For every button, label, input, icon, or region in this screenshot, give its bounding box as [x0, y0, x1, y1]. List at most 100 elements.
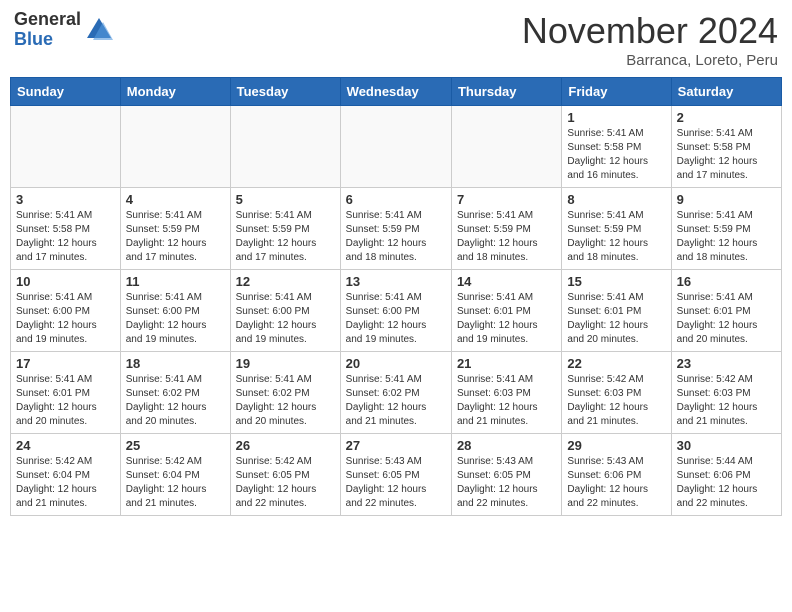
- week-row-2: 3 Sunrise: 5:41 AM Sunset: 5:58 PM Daylig…: [11, 188, 782, 270]
- day-number: 5: [236, 192, 335, 207]
- day-number: 16: [677, 274, 776, 289]
- day-cell: 23 Sunrise: 5:42 AM Sunset: 6:03 PM Dayli…: [671, 352, 781, 434]
- day-cell: 4 Sunrise: 5:41 AM Sunset: 5:59 PM Daylig…: [120, 188, 230, 270]
- col-header-monday: Monday: [120, 78, 230, 106]
- col-header-saturday: Saturday: [671, 78, 781, 106]
- day-info: Sunrise: 5:42 AM Sunset: 6:04 PM Dayligh…: [16, 455, 115, 511]
- logo-icon: [85, 16, 113, 44]
- calendar-table: SundayMondayTuesdayWednesdayThursdayFrid…: [10, 77, 782, 516]
- day-info: Sunrise: 5:41 AM Sunset: 5:59 PM Dayligh…: [457, 209, 556, 265]
- day-number: 2: [677, 110, 776, 125]
- day-info: Sunrise: 5:41 AM Sunset: 5:59 PM Dayligh…: [346, 209, 446, 265]
- logo: General Blue: [14, 10, 113, 50]
- day-number: 26: [236, 438, 335, 453]
- day-number: 27: [346, 438, 446, 453]
- day-info: Sunrise: 5:41 AM Sunset: 6:02 PM Dayligh…: [126, 373, 225, 429]
- day-info: Sunrise: 5:41 AM Sunset: 5:58 PM Dayligh…: [567, 127, 665, 183]
- day-cell: 5 Sunrise: 5:41 AM Sunset: 5:59 PM Daylig…: [230, 188, 340, 270]
- day-cell: 9 Sunrise: 5:41 AM Sunset: 5:59 PM Daylig…: [671, 188, 781, 270]
- col-header-wednesday: Wednesday: [340, 78, 451, 106]
- page-header: General Blue November 2024 Barranca, Lor…: [10, 10, 782, 69]
- day-info: Sunrise: 5:41 AM Sunset: 6:01 PM Dayligh…: [16, 373, 115, 429]
- day-cell: [11, 106, 121, 188]
- day-info: Sunrise: 5:42 AM Sunset: 6:03 PM Dayligh…: [677, 373, 776, 429]
- day-info: Sunrise: 5:41 AM Sunset: 6:00 PM Dayligh…: [346, 291, 446, 347]
- day-cell: 1Sunrise: 5:41 AM Sunset: 5:58 PM Daylig…: [562, 106, 671, 188]
- day-cell: 25Sunrise: 5:42 AM Sunset: 6:04 PM Dayli…: [120, 434, 230, 516]
- day-info: Sunrise: 5:42 AM Sunset: 6:03 PM Dayligh…: [567, 373, 665, 429]
- day-cell: 7Sunrise: 5:41 AM Sunset: 5:59 PM Daylig…: [451, 188, 561, 270]
- day-info: Sunrise: 5:44 AM Sunset: 6:06 PM Dayligh…: [677, 455, 776, 511]
- day-number: 4: [126, 192, 225, 207]
- day-number: 14: [457, 274, 556, 289]
- day-info: Sunrise: 5:41 AM Sunset: 5:59 PM Dayligh…: [677, 209, 776, 265]
- day-info: Sunrise: 5:41 AM Sunset: 6:01 PM Dayligh…: [677, 291, 776, 347]
- day-cell: 30 Sunrise: 5:44 AM Sunset: 6:06 PM Dayli…: [671, 434, 781, 516]
- day-info: Sunrise: 5:41 AM Sunset: 6:01 PM Dayligh…: [567, 291, 665, 347]
- day-number: 17: [16, 356, 115, 371]
- day-info: Sunrise: 5:41 AM Sunset: 5:58 PM Dayligh…: [16, 209, 115, 265]
- day-cell: 22 Sunrise: 5:42 AM Sunset: 6:03 PM Dayli…: [562, 352, 671, 434]
- day-number: 23: [677, 356, 776, 371]
- day-cell: 11Sunrise: 5:41 AM Sunset: 6:00 PM Dayli…: [120, 270, 230, 352]
- day-number: 15: [567, 274, 665, 289]
- day-info: Sunrise: 5:41 AM Sunset: 6:01 PM Dayligh…: [457, 291, 556, 347]
- day-info: Sunrise: 5:43 AM Sunset: 6:06 PM Dayligh…: [567, 455, 665, 511]
- logo-blue: Blue: [14, 30, 81, 50]
- day-info: Sunrise: 5:42 AM Sunset: 6:05 PM Dayligh…: [236, 455, 335, 511]
- day-cell: 12 Sunrise: 5:41 AM Sunset: 6:00 PM Dayli…: [230, 270, 340, 352]
- day-info: Sunrise: 5:41 AM Sunset: 6:02 PM Dayligh…: [236, 373, 335, 429]
- day-number: 20: [346, 356, 446, 371]
- day-cell: 20 Sunrise: 5:41 AM Sunset: 6:02 PM Dayli…: [340, 352, 451, 434]
- day-info: Sunrise: 5:41 AM Sunset: 6:00 PM Dayligh…: [236, 291, 335, 347]
- day-info: Sunrise: 5:43 AM Sunset: 6:05 PM Dayligh…: [457, 455, 556, 511]
- col-header-sunday: Sunday: [11, 78, 121, 106]
- week-row-3: 10 Sunrise: 5:41 AM Sunset: 6:00 PM Dayli…: [11, 270, 782, 352]
- day-cell: 16 Sunrise: 5:41 AM Sunset: 6:01 PM Dayli…: [671, 270, 781, 352]
- day-number: 6: [346, 192, 446, 207]
- week-row-4: 17 Sunrise: 5:41 AM Sunset: 6:01 PM Dayli…: [11, 352, 782, 434]
- day-number: 22: [567, 356, 665, 371]
- day-number: 21: [457, 356, 556, 371]
- day-cell: 28 Sunrise: 5:43 AM Sunset: 6:05 PM Dayli…: [451, 434, 561, 516]
- day-number: 12: [236, 274, 335, 289]
- day-cell: [340, 106, 451, 188]
- day-info: Sunrise: 5:41 AM Sunset: 5:59 PM Dayligh…: [126, 209, 225, 265]
- col-header-friday: Friday: [562, 78, 671, 106]
- day-info: Sunrise: 5:41 AM Sunset: 5:59 PM Dayligh…: [567, 209, 665, 265]
- day-cell: 3 Sunrise: 5:41 AM Sunset: 5:58 PM Daylig…: [11, 188, 121, 270]
- day-info: Sunrise: 5:41 AM Sunset: 6:02 PM Dayligh…: [346, 373, 446, 429]
- month-title: November 2024: [522, 10, 778, 52]
- day-info: Sunrise: 5:41 AM Sunset: 6:00 PM Dayligh…: [126, 291, 225, 347]
- col-header-thursday: Thursday: [451, 78, 561, 106]
- week-row-5: 24Sunrise: 5:42 AM Sunset: 6:04 PM Dayli…: [11, 434, 782, 516]
- day-cell: 29 Sunrise: 5:43 AM Sunset: 6:06 PM Dayli…: [562, 434, 671, 516]
- week-row-1: 1Sunrise: 5:41 AM Sunset: 5:58 PM Daylig…: [11, 106, 782, 188]
- day-cell: 6 Sunrise: 5:41 AM Sunset: 5:59 PM Daylig…: [340, 188, 451, 270]
- day-cell: 19 Sunrise: 5:41 AM Sunset: 6:02 PM Dayli…: [230, 352, 340, 434]
- day-cell: 24Sunrise: 5:42 AM Sunset: 6:04 PM Dayli…: [11, 434, 121, 516]
- title-area: November 2024 Barranca, Loreto, Peru: [522, 10, 778, 69]
- day-number: 28: [457, 438, 556, 453]
- day-info: Sunrise: 5:41 AM Sunset: 6:00 PM Dayligh…: [16, 291, 115, 347]
- day-cell: 27Sunrise: 5:43 AM Sunset: 6:05 PM Dayli…: [340, 434, 451, 516]
- day-info: Sunrise: 5:41 AM Sunset: 5:59 PM Dayligh…: [236, 209, 335, 265]
- day-cell: 21 Sunrise: 5:41 AM Sunset: 6:03 PM Dayli…: [451, 352, 561, 434]
- day-number: 29: [567, 438, 665, 453]
- day-number: 30: [677, 438, 776, 453]
- day-number: 3: [16, 192, 115, 207]
- day-cell: [120, 106, 230, 188]
- day-number: 10: [16, 274, 115, 289]
- day-number: 9: [677, 192, 776, 207]
- day-info: Sunrise: 5:41 AM Sunset: 5:58 PM Dayligh…: [677, 127, 776, 183]
- day-number: 13: [346, 274, 446, 289]
- location-subtitle: Barranca, Loreto, Peru: [522, 52, 778, 69]
- day-cell: 17 Sunrise: 5:41 AM Sunset: 6:01 PM Dayli…: [11, 352, 121, 434]
- day-cell: 13 Sunrise: 5:41 AM Sunset: 6:00 PM Dayli…: [340, 270, 451, 352]
- day-cell: 18 Sunrise: 5:41 AM Sunset: 6:02 PM Dayli…: [120, 352, 230, 434]
- day-cell: 26 Sunrise: 5:42 AM Sunset: 6:05 PM Dayli…: [230, 434, 340, 516]
- day-info: Sunrise: 5:41 AM Sunset: 6:03 PM Dayligh…: [457, 373, 556, 429]
- day-number: 18: [126, 356, 225, 371]
- day-cell: [230, 106, 340, 188]
- day-number: 19: [236, 356, 335, 371]
